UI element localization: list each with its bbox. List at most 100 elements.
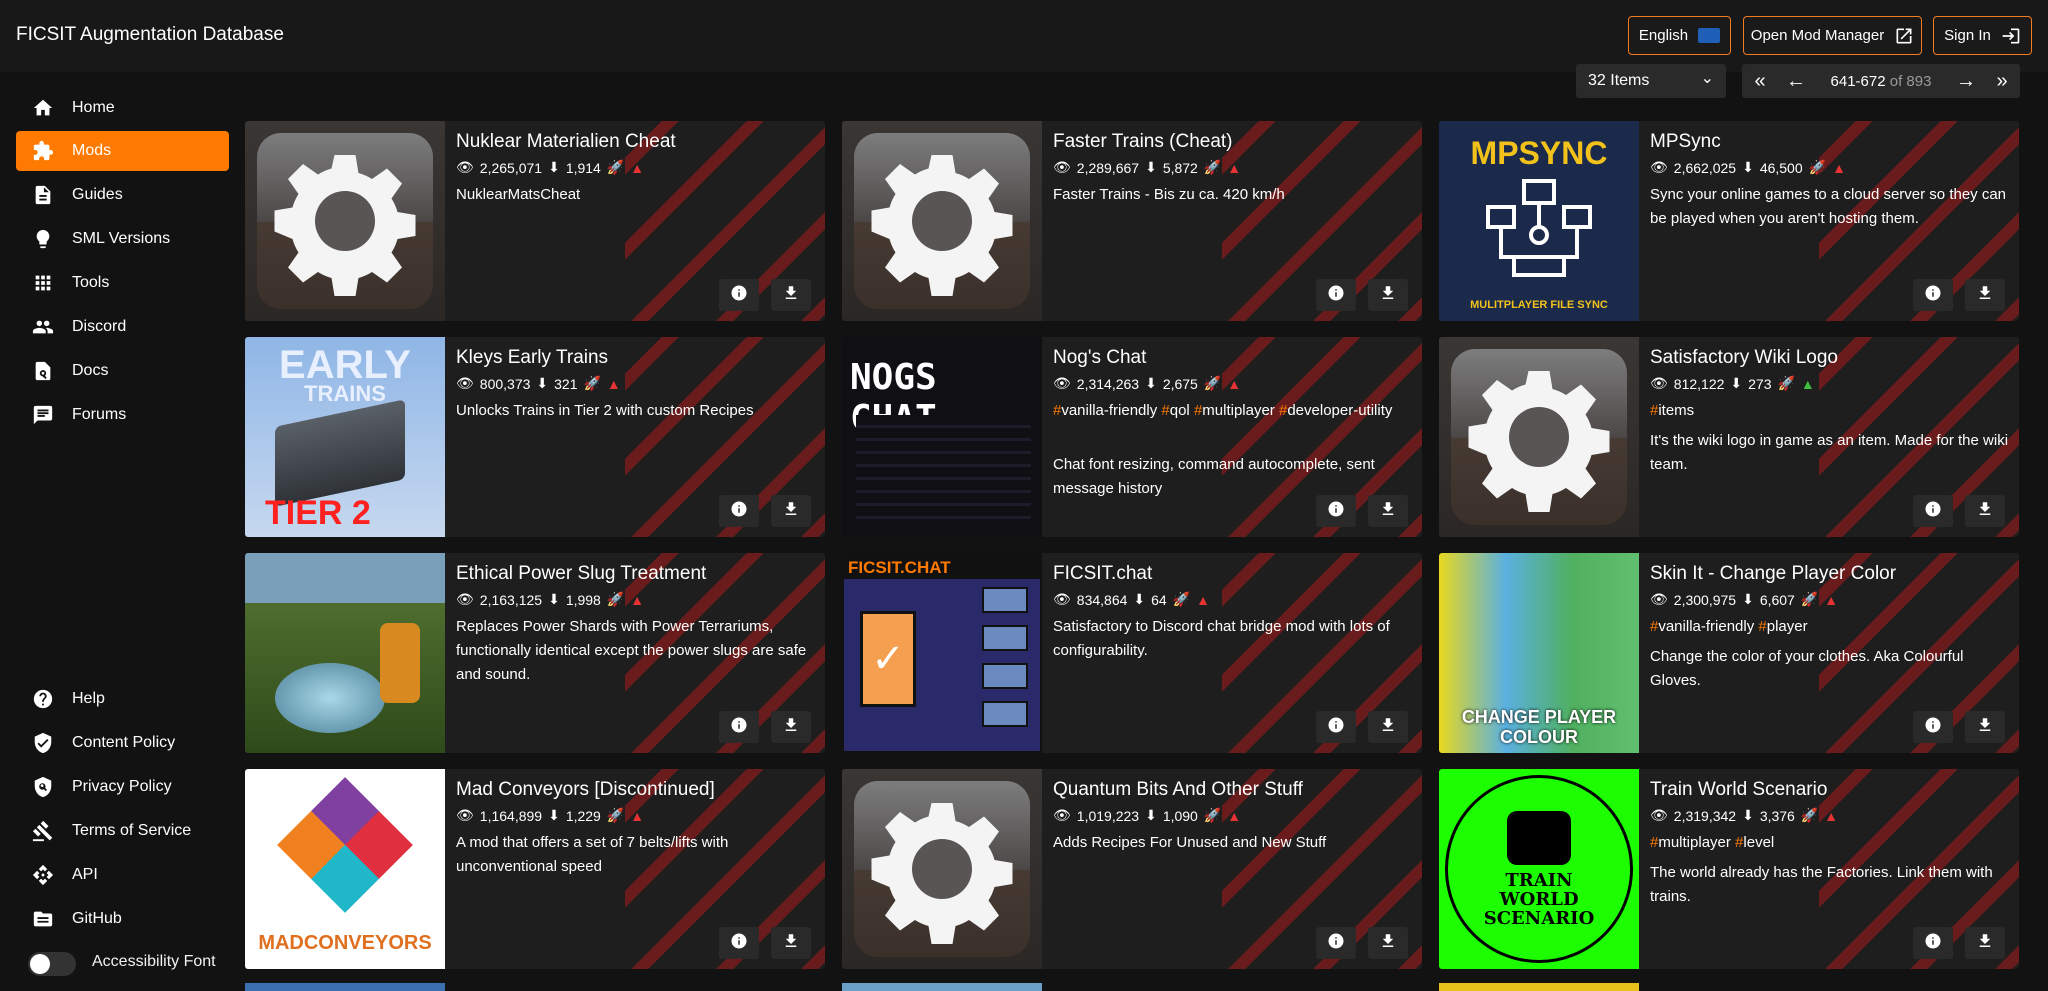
- info-button[interactable]: [719, 711, 759, 743]
- tag[interactable]: #level: [1735, 834, 1774, 851]
- info-button[interactable]: [1316, 927, 1356, 959]
- mod-title[interactable]: MPSync: [1650, 131, 1721, 153]
- mod-card[interactable]: MADCONVEYORS Mad Conveyors [Discontinued…: [245, 769, 825, 969]
- language-button[interactable]: English: [1628, 16, 1731, 55]
- mod-thumbnail[interactable]: CHANGE PLAYER COLOUR: [1439, 553, 1639, 753]
- mod-thumbnail[interactable]: [1439, 337, 1639, 537]
- mod-title[interactable]: Quantum Bits And Other Stuff: [1053, 779, 1303, 801]
- tag[interactable]: #vanilla-friendly: [1053, 402, 1157, 419]
- info-button[interactable]: [1913, 927, 1953, 959]
- mod-card[interactable]: NOGS CHAT Nog's Chat 👁 2,314,263 ⬇ 2,675…: [842, 337, 1422, 537]
- mod-thumbnail[interactable]: [245, 553, 445, 753]
- mod-thumbnail[interactable]: FICSIT.CHAT ✓: [842, 553, 1042, 753]
- download-button[interactable]: [1965, 927, 2005, 959]
- last-page-button[interactable]: »: [1984, 64, 2020, 98]
- sidebar-item-github[interactable]: GitHub: [16, 899, 229, 939]
- mod-thumbnail[interactable]: [842, 121, 1042, 321]
- info-button[interactable]: [719, 279, 759, 311]
- info-button[interactable]: [719, 495, 759, 527]
- mod-card[interactable]: Nuklear Materialien Cheat 👁 2,265,071 ⬇ …: [245, 121, 825, 321]
- open-mod-manager-button[interactable]: Open Mod Manager: [1743, 16, 1922, 55]
- info-button[interactable]: [1913, 279, 1953, 311]
- info-button[interactable]: [1316, 279, 1356, 311]
- download-button[interactable]: [1965, 711, 2005, 743]
- download-button[interactable]: [1368, 495, 1408, 527]
- download-count: 1,090: [1162, 807, 1198, 824]
- sidebar-item-tools[interactable]: Tools: [16, 263, 229, 303]
- sidebar-item-api[interactable]: API: [16, 855, 229, 895]
- mod-thumbnail[interactable]: EARLY TRAINS TIER 2: [245, 337, 445, 537]
- app-title[interactable]: FICSIT Augmentation Database: [16, 24, 284, 46]
- items-per-page-select[interactable]: 32 Items: [1576, 64, 1726, 98]
- mod-title[interactable]: Skin It - Change Player Color: [1650, 563, 1896, 585]
- download-button[interactable]: [1368, 927, 1408, 959]
- sidebar-item-label: Docs: [72, 362, 109, 379]
- download-button[interactable]: [771, 711, 811, 743]
- download-button[interactable]: [1965, 279, 2005, 311]
- info-button[interactable]: [1316, 711, 1356, 743]
- mod-thumbnail[interactable]: MPSYNC MULITPLAYER FILE SYNC: [1439, 121, 1639, 321]
- download-icon: [782, 716, 800, 739]
- tag[interactable]: #items: [1650, 402, 1694, 419]
- accessibility-font-toggle[interactable]: [28, 952, 76, 976]
- mod-card[interactable]: FICSIT.CHAT ✓ FICSIT.chat 👁 834,864 ⬇ 64…: [842, 553, 1422, 753]
- info-icon: [1924, 716, 1942, 739]
- info-button[interactable]: [1316, 495, 1356, 527]
- mod-card[interactable]: EARLY TRAINS TIER 2 Kleys Early Trains 👁…: [245, 337, 825, 537]
- info-button[interactable]: [1913, 495, 1953, 527]
- mod-title[interactable]: FICSIT.chat: [1053, 563, 1152, 585]
- mod-thumbnail[interactable]: TRAIN WORLD SCENARIO: [1439, 769, 1639, 969]
- tag-list: #vanilla-friendly #player: [1650, 615, 2010, 639]
- mod-card[interactable]: Ethical Power Slug Treatment 👁 2,163,125…: [245, 553, 825, 753]
- tag[interactable]: #multiplayer: [1650, 834, 1731, 851]
- sidebar-item-terms-of-service[interactable]: Terms of Service: [16, 811, 229, 851]
- mod-title[interactable]: Faster Trains (Cheat): [1053, 131, 1233, 153]
- sidebar-item-docs[interactable]: Docs: [16, 351, 229, 391]
- mod-title[interactable]: Mad Conveyors [Discontinued]: [456, 779, 715, 801]
- first-page-button[interactable]: «: [1742, 64, 1778, 98]
- sidebar-item-home[interactable]: Home: [16, 88, 229, 128]
- mod-card[interactable]: Satisfactory Wiki Logo 👁 812,122 ⬇ 273 🚀…: [1439, 337, 2019, 537]
- sidebar-item-discord[interactable]: Discord: [16, 307, 229, 347]
- download-button[interactable]: [771, 279, 811, 311]
- mod-thumbnail[interactable]: [245, 121, 445, 321]
- mod-thumbnail[interactable]: NOGS CHAT: [842, 337, 1042, 537]
- download-button[interactable]: [771, 927, 811, 959]
- sidebar-item-guides[interactable]: Guides: [16, 175, 229, 215]
- mod-title[interactable]: Train World Scenario: [1650, 779, 1827, 801]
- sidebar-item-content-policy[interactable]: Content Policy: [16, 723, 229, 763]
- mod-thumbnail[interactable]: MADCONVEYORS: [245, 769, 445, 969]
- info-button[interactable]: [719, 927, 759, 959]
- tag[interactable]: #vanilla-friendly: [1650, 618, 1754, 635]
- download-button[interactable]: [1965, 495, 2005, 527]
- sign-in-button[interactable]: Sign In: [1933, 16, 2032, 55]
- mod-title[interactable]: Nog's Chat: [1053, 347, 1146, 369]
- mod-title[interactable]: Kleys Early Trains: [456, 347, 608, 369]
- mod-title[interactable]: Nuklear Materialien Cheat: [456, 131, 676, 153]
- tag[interactable]: #player: [1758, 618, 1807, 635]
- mod-card[interactable]: TRAIN WORLD SCENARIO Train World Scenari…: [1439, 769, 2019, 969]
- mod-thumbnail[interactable]: [842, 769, 1042, 969]
- mod-title[interactable]: Satisfactory Wiki Logo: [1650, 347, 1838, 369]
- download-button[interactable]: [1368, 279, 1408, 311]
- download-button[interactable]: [771, 495, 811, 527]
- sidebar-item-forums[interactable]: Forums: [16, 395, 229, 435]
- mod-card[interactable]: Faster Trains (Cheat) 👁 2,289,667 ⬇ 5,87…: [842, 121, 1422, 321]
- mod-card[interactable]: CHANGE PLAYER COLOUR Skin It - Change Pl…: [1439, 553, 2019, 753]
- info-button[interactable]: [1913, 711, 1953, 743]
- sidebar-item-help[interactable]: Help: [16, 679, 229, 719]
- view-count: 2,289,667: [1076, 159, 1140, 176]
- sidebar-item-privacy-policy[interactable]: Privacy Policy: [16, 767, 229, 807]
- mod-title[interactable]: Ethical Power Slug Treatment: [456, 563, 706, 585]
- mod-card[interactable]: Quantum Bits And Other Stuff 👁 1,019,223…: [842, 769, 1422, 969]
- prev-page-button[interactable]: ←: [1778, 64, 1814, 98]
- mod-card[interactable]: MPSYNC MULITPLAYER FILE SYNC MPSync 👁 2,…: [1439, 121, 2019, 321]
- next-page-button[interactable]: →: [1948, 64, 1984, 98]
- sidebar-item-sml-versions[interactable]: SML Versions: [16, 219, 229, 259]
- tag[interactable]: #developer-utility: [1279, 402, 1392, 419]
- page-range-value: 641-672: [1830, 72, 1886, 90]
- download-button[interactable]: [1368, 711, 1408, 743]
- tag[interactable]: #multiplayer: [1194, 402, 1275, 419]
- tag[interactable]: #qol: [1161, 402, 1189, 419]
- sidebar-item-mods[interactable]: Mods: [16, 131, 229, 171]
